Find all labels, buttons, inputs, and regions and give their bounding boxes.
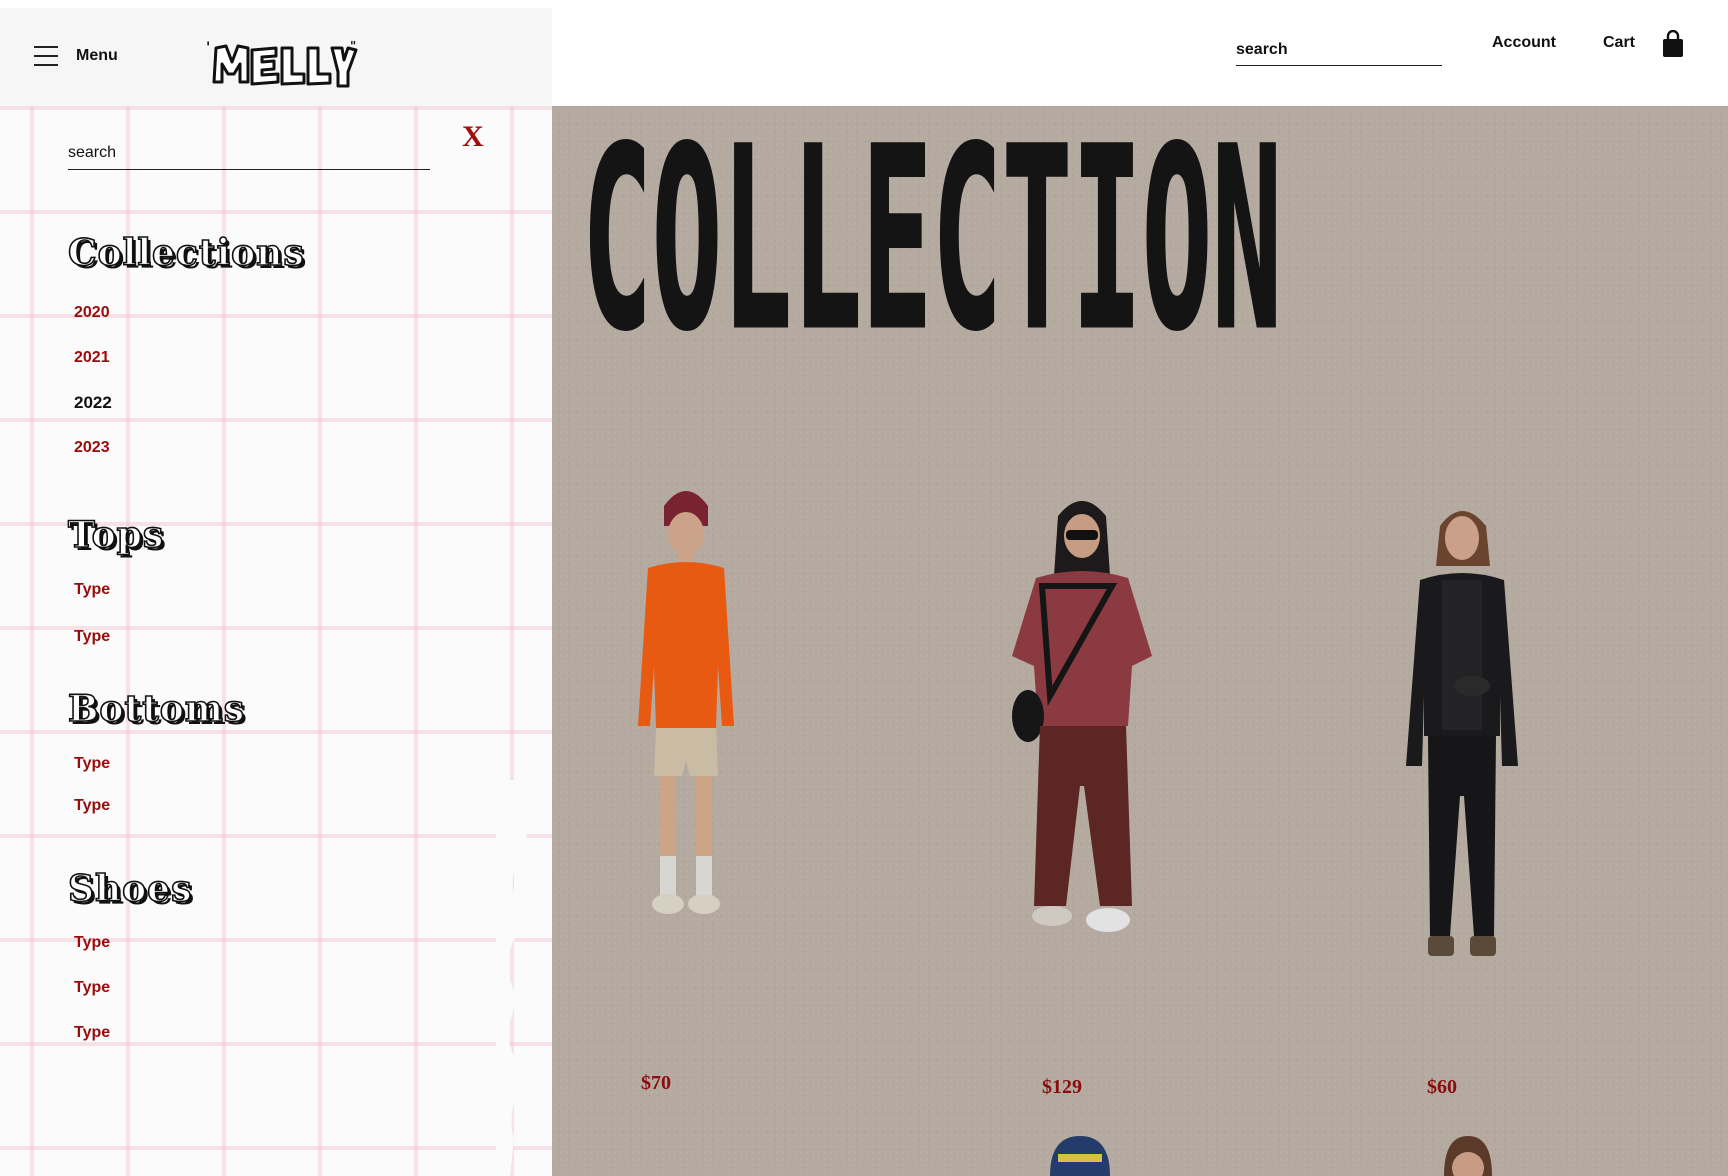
- shoes-type-link[interactable]: Type: [74, 979, 110, 997]
- product-image: [1050, 1136, 1110, 1176]
- shopping-bag-icon[interactable]: [1662, 30, 1684, 58]
- shoes-type-link[interactable]: Type: [74, 1024, 110, 1042]
- product-price: $70: [641, 1072, 671, 1094]
- section-heading-tops: Tops: [67, 513, 165, 557]
- cart-link[interactable]: Cart: [1603, 34, 1635, 52]
- close-icon[interactable]: X: [462, 120, 484, 154]
- section-heading-shoes: Shoes: [67, 867, 193, 911]
- brand-logo[interactable]: ' ": [206, 38, 358, 90]
- header-search-input[interactable]: [1236, 34, 1442, 66]
- site-header: Menu ' " Account Cart: [0, 0, 1728, 106]
- torn-paper-edge: [496, 780, 552, 1176]
- account-link[interactable]: Account: [1492, 34, 1556, 52]
- svg-text:': ': [206, 40, 210, 56]
- product-price: $60: [1427, 1076, 1457, 1098]
- tops-type-link[interactable]: Type: [74, 628, 110, 646]
- product-card[interactable]: $129: [982, 486, 1222, 1106]
- product-card[interactable]: $70: [606, 476, 846, 1096]
- product-image: [1406, 511, 1518, 956]
- hamburger-icon: [34, 46, 58, 66]
- product-image: [1444, 1136, 1492, 1176]
- section-heading-collections: Collections: [67, 231, 305, 275]
- product-image: [638, 491, 734, 914]
- section-heading-bottoms: Bottoms: [67, 687, 246, 731]
- collection-link-2021[interactable]: 2021: [74, 349, 110, 367]
- menu-button[interactable]: Menu: [34, 36, 118, 76]
- product-card[interactable]: $60: [1382, 496, 1622, 1116]
- bottoms-type-link[interactable]: Type: [74, 755, 110, 773]
- tops-type-link[interactable]: Type: [74, 581, 110, 599]
- collection-link-2020[interactable]: 2020: [74, 304, 110, 322]
- bottoms-type-link[interactable]: Type: [74, 797, 110, 815]
- product-price: $129: [1042, 1076, 1082, 1098]
- product-image: [1012, 501, 1152, 932]
- collection-title: COLLECTION: [582, 136, 1282, 346]
- collection-link-2023[interactable]: 2023: [74, 439, 110, 457]
- menu-search-input[interactable]: [68, 136, 430, 170]
- side-menu-panel: X Collections 2020 2021 2022 2023 Tops T…: [0, 106, 552, 1176]
- collection-link-2022[interactable]: 2022: [74, 393, 112, 413]
- shoes-type-link[interactable]: Type: [74, 934, 110, 952]
- svg-text:COLLECTION: COLLECTION: [582, 136, 1282, 346]
- menu-label: Menu: [76, 47, 118, 64]
- header-left-panel: Menu ' ": [0, 8, 552, 106]
- collection-main: COLLECTION $70 $129 $60: [552, 106, 1728, 1176]
- svg-text:": ": [350, 39, 356, 53]
